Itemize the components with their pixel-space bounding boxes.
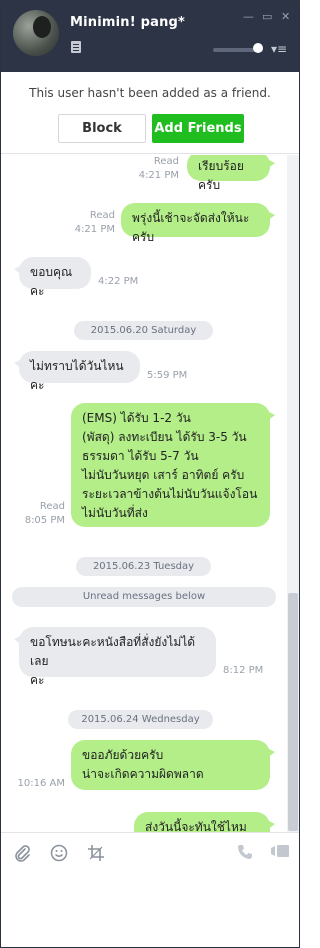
- close-icon[interactable]: ✕: [281, 11, 290, 23]
- message-bubble-incoming[interactable]: ขอบคุณคะ: [14, 257, 91, 298]
- message-list[interactable]: Read 4:21 PM เรียบร้อยครับ Read 4:21 PM …: [1, 155, 287, 832]
- maximize-icon[interactable]: ▭: [262, 11, 272, 23]
- block-button[interactable]: Block: [58, 114, 146, 143]
- message-bubble-incoming[interactable]: ไม่ทราบได้วันไหนคะ: [14, 351, 140, 392]
- menu-icon[interactable]: ▾≡: [271, 42, 287, 56]
- chat-window: Minimin! pang* — ▭ ✕ ▾≡ This user hasn't…: [0, 0, 300, 948]
- add-friends-button[interactable]: Add Friends: [152, 114, 244, 143]
- input-toolbar: [1, 832, 299, 871]
- not-friend-notice: This user hasn't been added as a friend.: [29, 86, 271, 100]
- date-separator: 2015.06.23 Tuesday: [76, 557, 211, 576]
- message-bubble-outgoing[interactable]: (EMS) ได้รับ 1-2 วัน (พัสดุ) ลงทะเบียน ไ…: [71, 403, 275, 527]
- message-time: 8:12 PM: [223, 665, 264, 676]
- date-separator: 2015.06.20 Saturday: [74, 321, 213, 340]
- message-time: 4:22 PM: [98, 276, 139, 287]
- chat-header: Minimin! pang* — ▭ ✕ ▾≡: [1, 1, 299, 72]
- message-bubble-outgoing[interactable]: ส่งวันนี้จะทันใช้ไหมครับ: [134, 812, 275, 832]
- message-time: 8:05 PM: [24, 515, 65, 526]
- avatar[interactable]: [13, 10, 59, 56]
- minimize-icon[interactable]: —: [243, 11, 254, 23]
- message-time: 4:21 PM: [74, 224, 115, 235]
- contact-name: Minimin! pang*: [70, 15, 186, 30]
- phone-icon[interactable]: [237, 844, 253, 863]
- video-icon[interactable]: [270, 844, 290, 863]
- message-bubble-outgoing[interactable]: ขออภัยด้วยครับ น่าจะเกิดความผิดพลาด: [71, 740, 275, 790]
- friend-request-bar: This user hasn't been added as a friend.…: [1, 72, 299, 154]
- read-receipt: Read: [153, 156, 179, 167]
- message-bubble-incoming[interactable]: ขอโทษนะคะหนังสือที่สั่งยังไม่ได้เลย คะ: [14, 627, 216, 687]
- message-time: 4:21 PM: [138, 170, 179, 181]
- message-time: 5:59 PM: [147, 370, 188, 381]
- date-separator: 2015.06.24 Wednesday: [68, 710, 213, 729]
- message-input[interactable]: [1, 871, 299, 947]
- message-time: 10:16 AM: [17, 778, 65, 789]
- read-receipt: Read: [39, 501, 65, 512]
- memo-icon[interactable]: [71, 41, 81, 53]
- paperclip-icon[interactable]: [13, 844, 31, 865]
- smiley-icon[interactable]: [50, 844, 68, 865]
- unread-messages-divider: Unread messages below: [12, 587, 276, 607]
- message-bubble-outgoing[interactable]: เรียบร้อยครับ: [187, 155, 275, 192]
- scrollbar-thumb[interactable]: [288, 593, 298, 831]
- read-receipt: Read: [89, 210, 115, 221]
- message-bubble-outgoing[interactable]: พรุ่งนี้เช้าจะจัดส่งให้นะครับ: [121, 203, 275, 244]
- volume-slider-knob[interactable]: [253, 43, 263, 53]
- crop-icon[interactable]: [87, 844, 105, 865]
